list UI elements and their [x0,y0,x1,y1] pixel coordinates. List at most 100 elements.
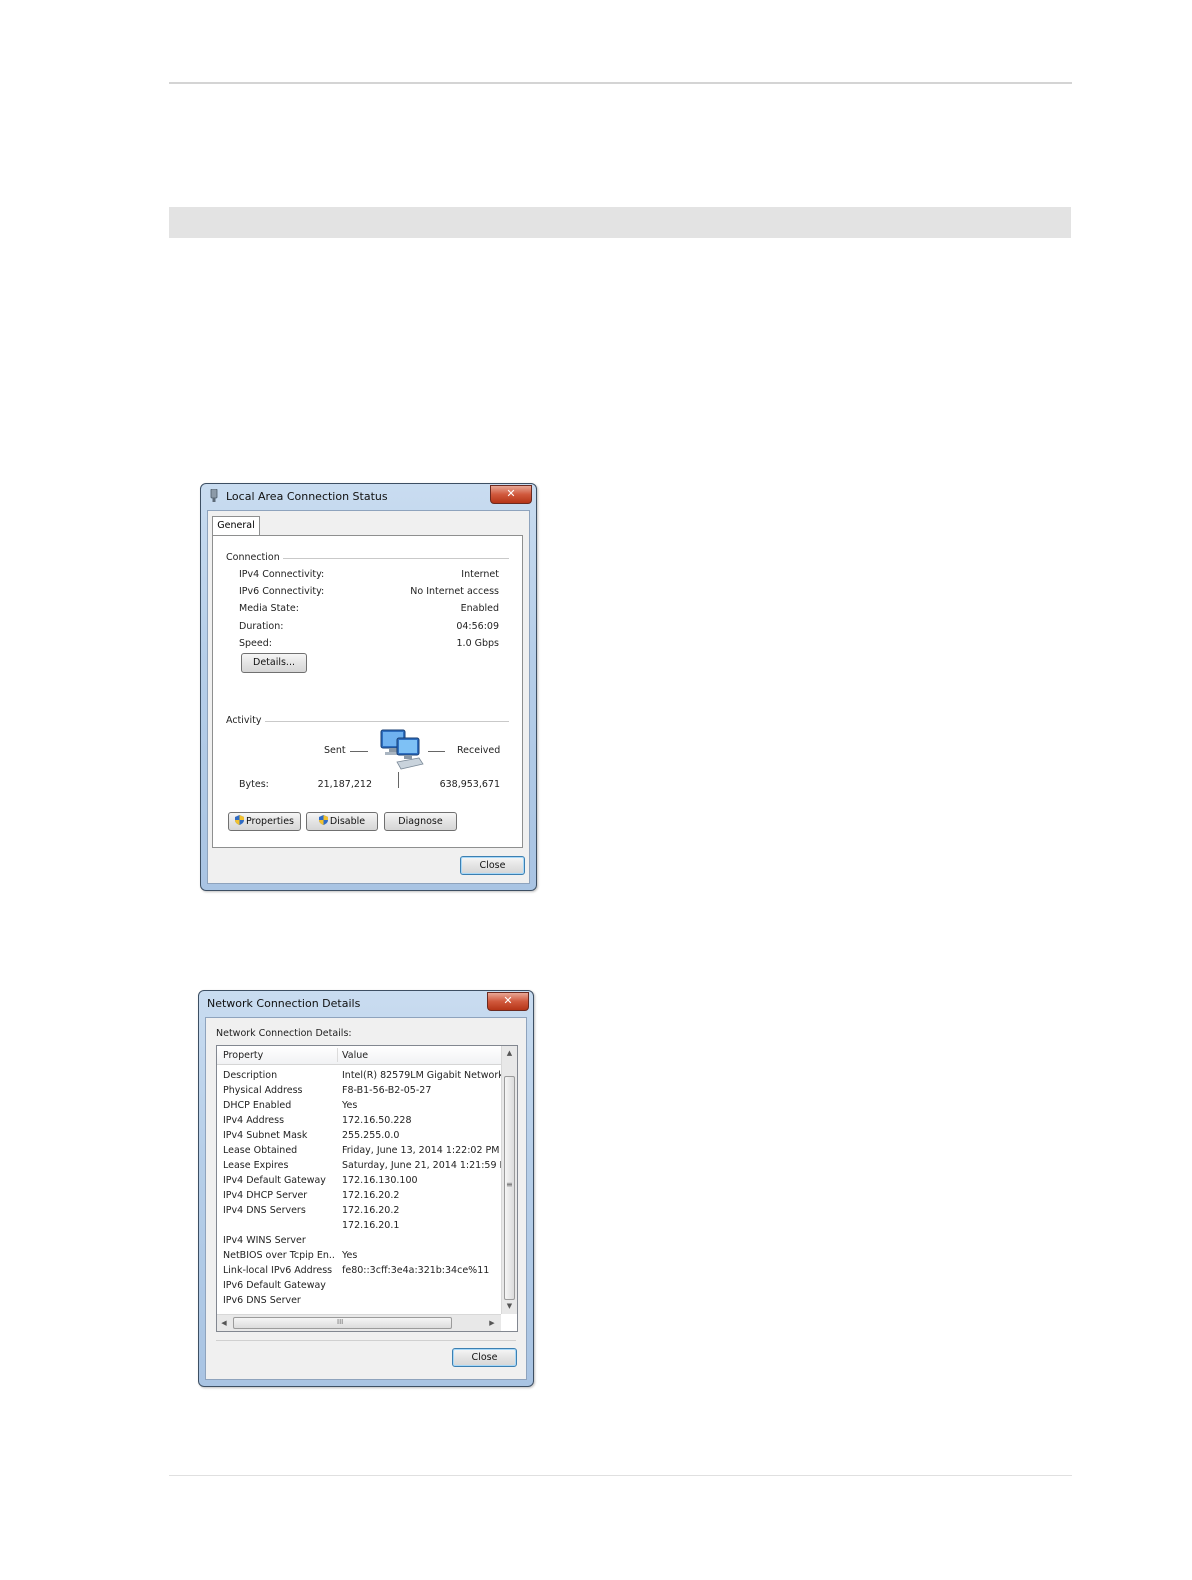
column-header-value[interactable]: Value [342,1050,368,1061]
property-cell: IPv4 DNS Servers [223,1205,306,1216]
property-cell: Lease Obtained [223,1145,298,1156]
table-row[interactable]: Lease Expires Saturday, June 21, 2014 1:2… [217,1158,517,1173]
table-row[interactable]: IPv6 DNS Server [217,1293,517,1308]
title-bar[interactable]: Local Area Connection Status ✕ [201,484,536,508]
property-cell: NetBIOS over Tcpip En... [223,1250,335,1261]
disable-button-label: Disable [329,816,366,827]
close-icon[interactable]: ✕ [490,485,532,504]
value-cell: 172.16.20.2 [342,1190,400,1201]
details-heading: Network Connection Details: [216,1028,352,1039]
close-icon[interactable]: ✕ [487,992,529,1011]
horizontal-scroll-thumb[interactable]: III [233,1317,452,1329]
value-cell: 172.16.50.228 [342,1115,412,1126]
header-rule [169,82,1072,84]
property-cell: IPv4 Subnet Mask [223,1130,308,1141]
dialog-client-area: General Connection IPv4 Connectivity: In… [207,510,530,884]
table-row[interactable]: IPv4 Address 172.16.50.228 [217,1113,517,1128]
diagnose-button[interactable]: Diagnose [384,812,457,831]
property-cell: IPv4 Address [223,1115,285,1126]
ipv6-connectivity-value: No Internet access [410,586,499,597]
vertical-scroll-thumb[interactable]: ≡ [504,1076,515,1300]
bytes-sent-value: 21,187,212 [317,779,372,790]
scroll-up-icon[interactable]: ▲ [502,1049,517,1057]
scroll-down-icon[interactable]: ▼ [502,1302,517,1310]
media-state-value: Enabled [460,603,499,614]
list-header: Property Value [217,1046,517,1065]
table-row[interactable]: IPv4 DNS Servers 172.16.20.2 [217,1203,517,1218]
tab-general-label: General [217,520,255,531]
scroll-grip: III [337,1318,344,1326]
local-area-connection-status-window: Local Area Connection Status ✕ General C… [200,483,537,891]
general-tab-panel: Connection IPv4 Connectivity: Internet I… [212,535,523,848]
table-row[interactable]: DHCP Enabled Yes [217,1098,517,1113]
activity-section-label: Activity [226,715,262,726]
properties-button[interactable]: Properties [228,812,301,831]
property-cell: Physical Address [223,1085,303,1096]
table-row[interactable]: Lease Obtained Friday, June 13, 2014 1:22… [217,1143,517,1158]
received-label: Received [457,745,501,756]
received-connector [428,751,445,752]
table-row[interactable]: NetBIOS over Tcpip En... Yes [217,1248,517,1263]
horizontal-scrollbar[interactable]: ◀ III ▶ [217,1314,501,1331]
table-row[interactable]: Physical Address F8-B1-56-B2-05-27 [217,1083,517,1098]
footer-divider [216,1340,516,1341]
table-row[interactable]: IPv4 WINS Server [217,1233,517,1248]
property-cell: IPv6 DNS Server [223,1295,301,1306]
sent-label: Sent [324,745,346,756]
speed-value: 1.0 Gbps [456,638,500,649]
duration-label: Duration: [239,621,284,632]
column-separator[interactable] [337,1048,338,1062]
details-button[interactable]: Details... [241,653,307,673]
scroll-left-icon[interactable]: ◀ [219,1319,229,1327]
connection-divider [283,558,509,559]
value-cell: 172.16.20.2 [342,1205,400,1216]
media-state-label: Media State: [239,603,299,614]
properties-button-label: Properties [245,816,294,827]
activity-vertical-connector [398,772,399,788]
tab-general[interactable]: General [212,516,260,536]
details-list-view[interactable]: Property Value Description Intel(R) 82579… [216,1045,518,1332]
value-cell: 172.16.130.100 [342,1175,418,1186]
value-cell: Saturday, June 21, 2014 1:21:59 PM [342,1160,502,1171]
table-row[interactable]: IPv4 Default Gateway 172.16.130.100 [217,1173,517,1188]
bytes-received-value: 638,953,671 [439,779,500,790]
column-header-property[interactable]: Property [223,1050,263,1061]
value-cell: 172.16.20.1 [342,1220,400,1231]
disable-button[interactable]: Disable [306,812,378,831]
table-row[interactable]: IPv4 Subnet Mask 255.255.0.0 [217,1128,517,1143]
close-button[interactable]: Close [460,856,525,875]
property-cell: IPv4 Default Gateway [223,1175,326,1186]
property-cell: Link-local IPv6 Address [223,1265,333,1276]
close-button[interactable]: Close [452,1348,517,1367]
table-row[interactable]: IPv4 DHCP Server 172.16.20.2 [217,1188,517,1203]
uac-shield-icon [234,815,244,825]
window-title: Local Area Connection Status [226,490,388,503]
table-row[interactable]: Description Intel(R) 82579LM Gigabit Netw… [217,1068,517,1083]
network-adapter-icon [210,489,218,502]
sent-connector [350,751,368,752]
scroll-right-icon[interactable]: ▶ [487,1319,497,1327]
dialog-client-area: Network Connection Details: Property Val… [205,1017,527,1380]
value-cell: F8-B1-56-B2-05-27 [342,1085,432,1096]
ipv4-connectivity-label: IPv4 Connectivity: [239,569,325,580]
network-connection-details-window: Network Connection Details ✕ Network Con… [198,990,534,1387]
property-cell: Lease Expires [223,1160,289,1171]
value-cell: Intel(R) 82579LM Gigabit Network Co [342,1070,502,1081]
value-cell: Yes [342,1250,358,1261]
uac-shield-icon [318,815,328,825]
activity-divider [265,721,509,722]
duration-value: 04:56:09 [456,621,499,632]
table-row[interactable]: IPv6 Default Gateway [217,1278,517,1293]
vertical-scrollbar[interactable]: ▲ ≡ ▼ [501,1046,517,1314]
window-title: Network Connection Details [207,997,361,1010]
value-cell: Friday, June 13, 2014 1:22:02 PM [342,1145,500,1156]
property-cell: IPv6 Default Gateway [223,1280,326,1291]
title-bar[interactable]: Network Connection Details ✕ [199,991,533,1015]
ipv4-connectivity-value: Internet [461,569,499,580]
value-cell: fe80::3cff:3e4a:321b:34ce%11 [342,1265,490,1276]
property-cell: DHCP Enabled [223,1100,292,1111]
table-row[interactable]: Link-local IPv6 Address fe80::3cff:3e4a:3… [217,1263,517,1278]
table-row[interactable]: 172.16.20.1 [217,1218,517,1233]
network-computers-icon [380,729,424,770]
ipv6-connectivity-label: IPv6 Connectivity: [239,586,325,597]
